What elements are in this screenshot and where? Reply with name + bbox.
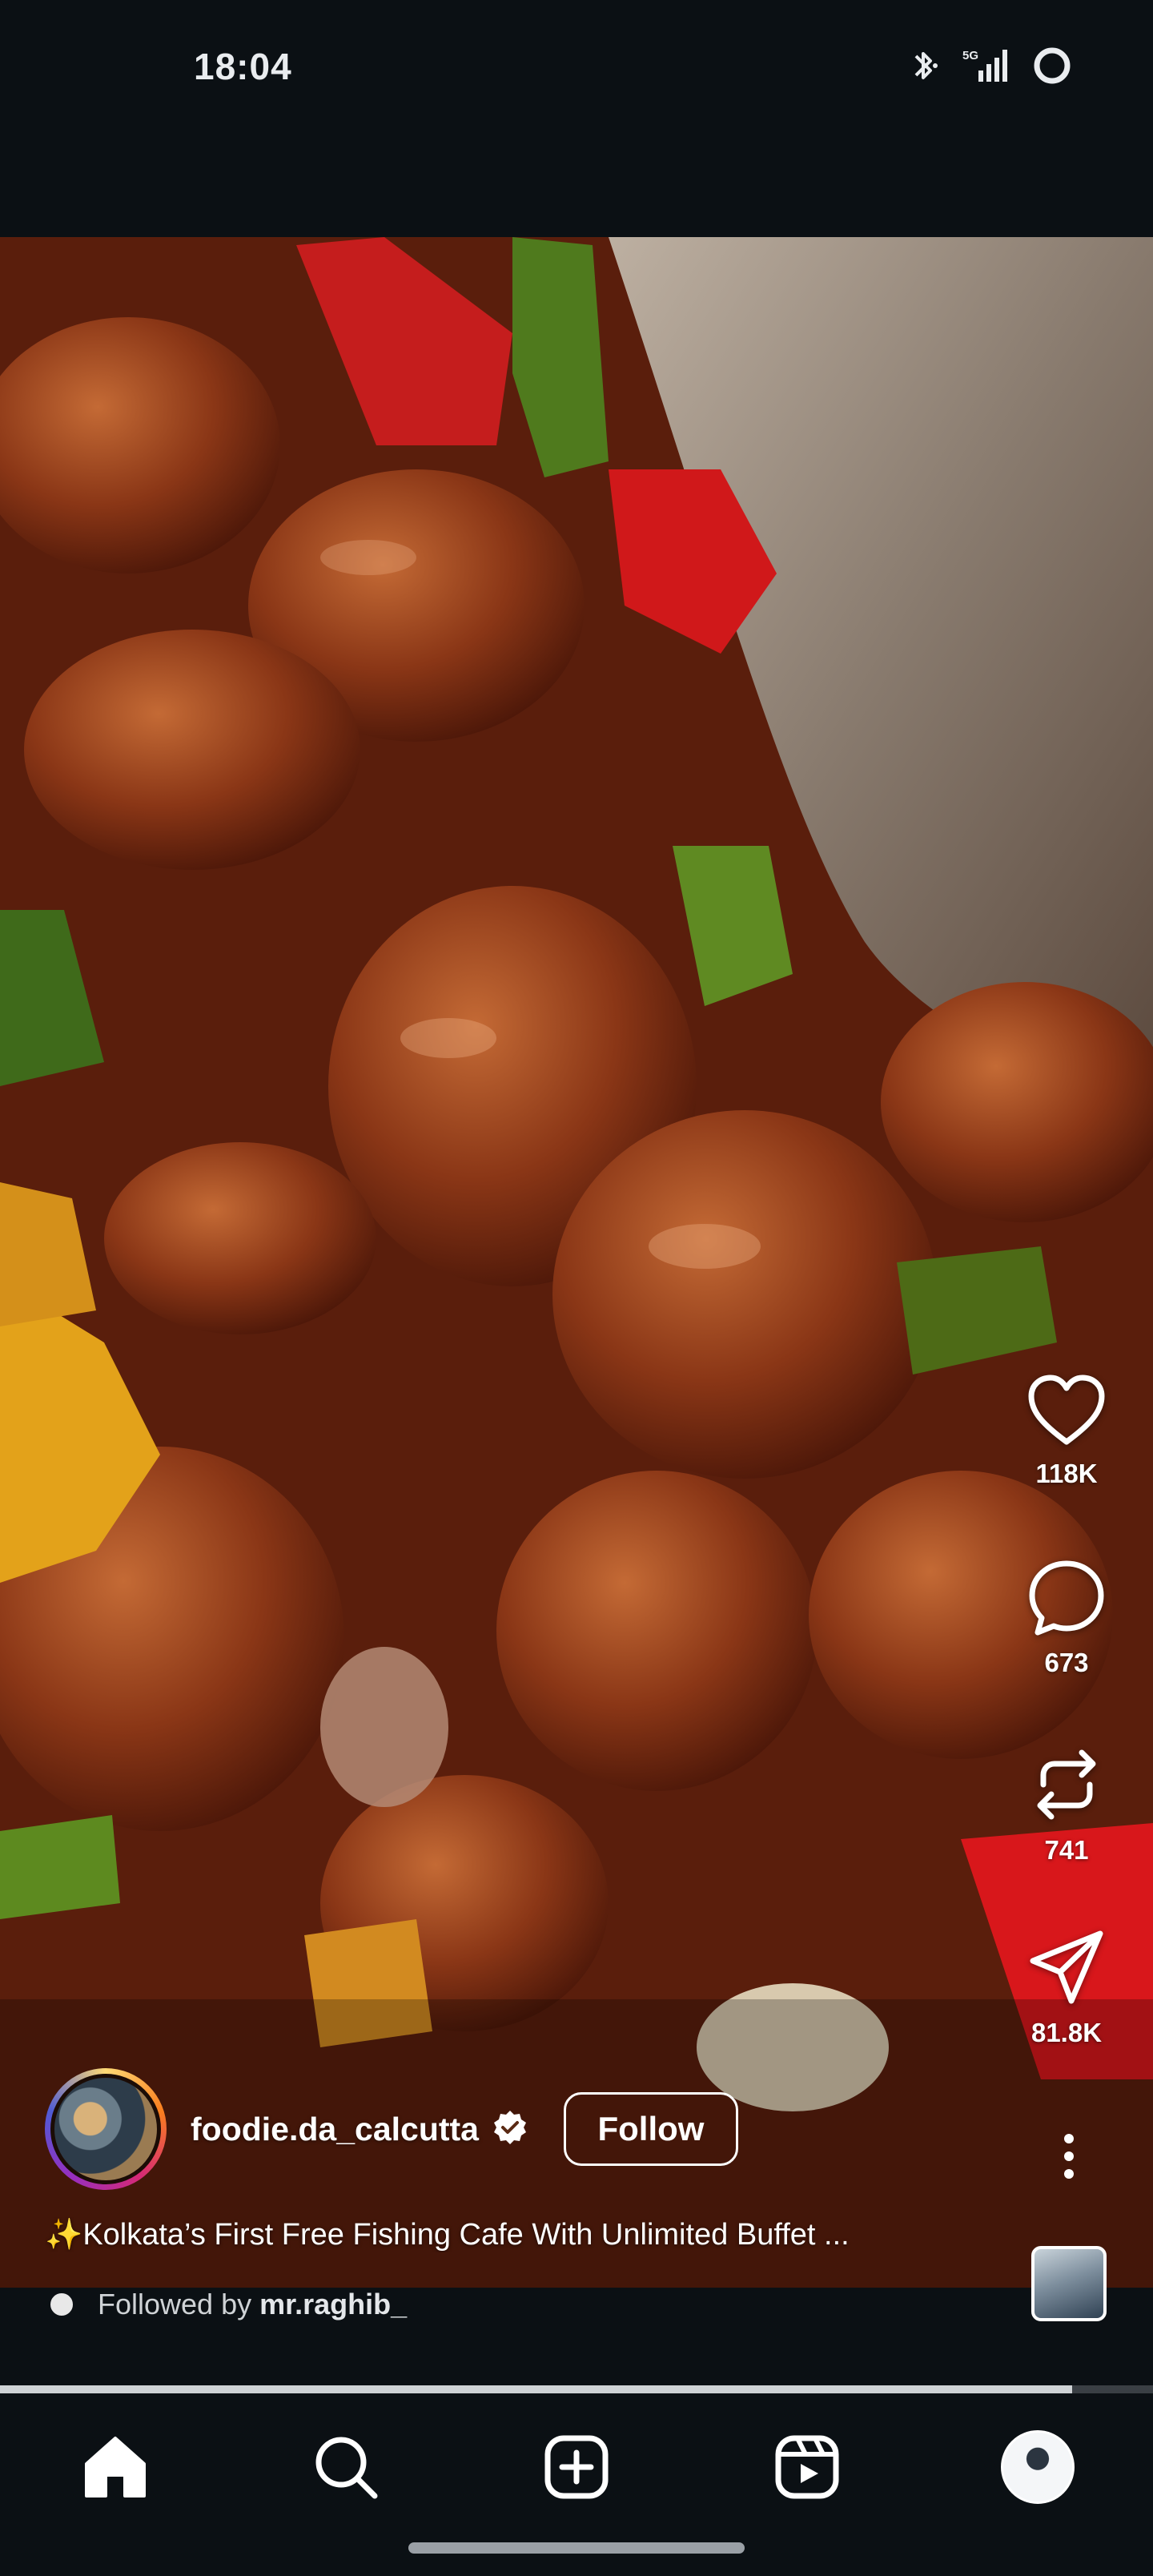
more-options-icon[interactable] [1059, 2131, 1079, 2186]
home-indicator [408, 2542, 745, 2554]
home-icon[interactable] [75, 2427, 155, 2507]
share-count: 81.8K [1030, 2018, 1103, 2047]
heart-icon[interactable] [1026, 1375, 1107, 1451]
follow-button[interactable]: Follow [563, 2092, 738, 2166]
video-progress-fill [0, 2385, 1073, 2393]
followed-by-row[interactable]: Followed by mr.raghib_ [48, 2288, 407, 2321]
reels-icon[interactable] [767, 2427, 847, 2507]
status-time: 18:04 [194, 46, 292, 87]
repost-action[interactable]: 741 [1010, 1746, 1123, 1866]
5g-signal-icon: 5G [961, 46, 1010, 85]
repost-icon[interactable] [1030, 1746, 1103, 1827]
comment-icon[interactable] [1026, 1559, 1107, 1640]
search-icon[interactable] [306, 2427, 386, 2507]
comment-action[interactable]: 673 [1010, 1559, 1123, 1678]
bluetooth-icon [908, 46, 940, 85]
followed-by-prefix: Followed by [98, 2288, 252, 2320]
author-row: foodie.da_calcutta Follow [45, 2065, 738, 2193]
send-icon[interactable] [1028, 1929, 1105, 2010]
like-action[interactable]: 118K [1010, 1375, 1123, 1489]
audio-thumbnail[interactable] [1031, 2246, 1107, 2321]
svg-text:5G: 5G [962, 49, 978, 62]
reel-video[interactable]: 118K 673 741 81.8K [0, 237, 1153, 2288]
share-action[interactable]: 81.8K [1010, 1929, 1123, 2048]
like-count: 118K [1035, 1459, 1098, 1488]
reel-caption[interactable]: ✨Kolkata’s First Free Fishing Cafe With … [45, 2217, 1006, 2252]
create-icon[interactable] [536, 2427, 617, 2507]
verified-badge-icon [492, 2109, 528, 2150]
video-progress-bar[interactable] [0, 2385, 1153, 2393]
status-icons: 5G [908, 45, 1073, 87]
followed-by-name[interactable]: mr.raghib_ [259, 2288, 407, 2321]
author-avatar[interactable] [45, 2068, 167, 2190]
follower-avatar [48, 2291, 75, 2318]
author-username[interactable]: foodie.da_calcutta [191, 2111, 479, 2148]
food-image [0, 237, 1153, 2288]
status-bar: 18:04 5G [0, 0, 1153, 237]
repost-count: 741 [1044, 1835, 1089, 1865]
profile-avatar[interactable] [998, 2427, 1078, 2507]
comment-count: 673 [1044, 1648, 1089, 1677]
loading-ring-icon [1031, 45, 1073, 87]
